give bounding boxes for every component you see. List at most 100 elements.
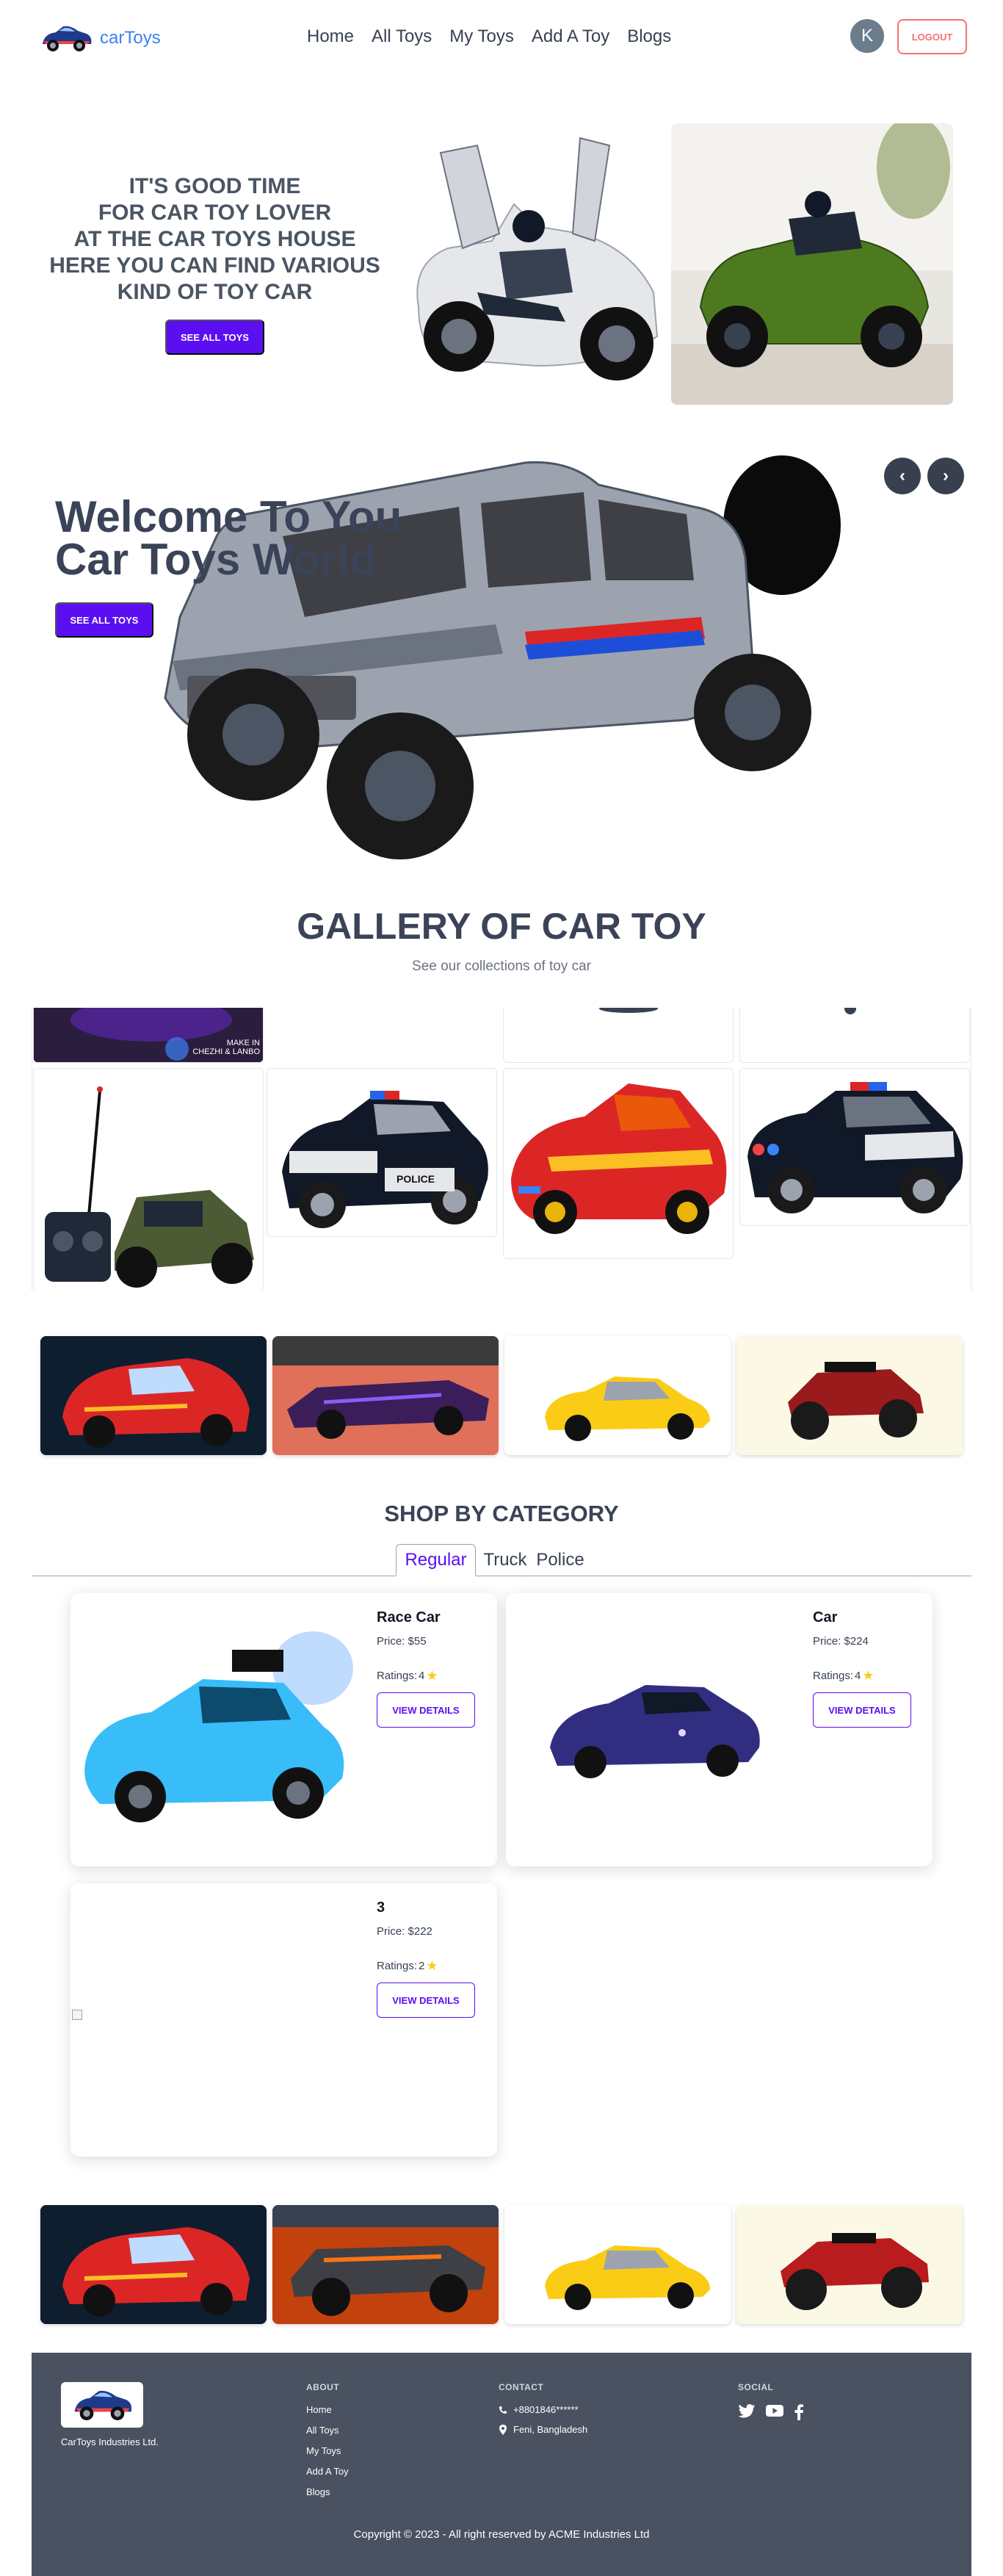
footer-link-add-a-toy[interactable]: Add A Toy (306, 2466, 349, 2477)
hero-line: AT THE CAR TOYS HOUSE (73, 227, 356, 251)
thumbnail-item[interactable] (272, 1336, 499, 1455)
view-details-button[interactable]: VIEW DETAILS (377, 1982, 475, 2018)
hero-green-ride-on-car-image (671, 123, 953, 405)
hero-line: KIND OF TOY CAR (117, 280, 313, 304)
hero-line: FOR CAR TOY LOVER (98, 201, 332, 225)
star-icon: ★ (862, 1668, 875, 1683)
price-prefix: Price: (377, 1925, 408, 1938)
product-name: 3 (377, 1899, 385, 1916)
thumbnail-item[interactable] (272, 2205, 499, 2324)
view-details-button[interactable]: VIEW DETAILS (377, 1692, 475, 1728)
nav-all-toys[interactable]: All Toys (372, 26, 432, 47)
social-links (738, 2404, 804, 2420)
location-pin-icon (499, 2424, 507, 2435)
hero-see-all-toys-button[interactable]: SEE ALL TOYS (165, 320, 264, 355)
product-info: 3 Price: $222 Ratings: 2 ★ VIEW DETAILS (377, 1899, 475, 2018)
view-details-button[interactable]: VIEW DETAILS (813, 1692, 911, 1728)
rating-value: 2 (419, 1960, 425, 1972)
product-rating: Ratings: 2 ★ (377, 1958, 475, 1974)
shop-by-category-title: SHOP BY CATEGORY (384, 1501, 619, 1526)
gallery-watermark: MAKE IN CHEZHI & LANBO (192, 1039, 260, 1056)
nav-home[interactable]: Home (307, 26, 354, 47)
gallery-item[interactable] (503, 1068, 734, 1259)
footer-link-my-toys[interactable]: My Toys (306, 2445, 349, 2456)
gallery-car-image (844, 1008, 856, 1014)
facebook-icon[interactable] (794, 2404, 804, 2420)
location-text: Feni, Bangladesh (513, 2424, 588, 2435)
slider-see-all-toys-button[interactable]: SEE ALL TOYS (55, 602, 153, 638)
twitter-icon[interactable] (738, 2404, 756, 2419)
site-footer: CarToys Industries Ltd. ABOUT Home All T… (32, 2353, 971, 2576)
thumbnail-item[interactable] (504, 2205, 731, 2324)
gallery-item[interactable] (33, 1068, 264, 1291)
thumbnail-item[interactable] (736, 1336, 963, 1455)
price-prefix: Price: (813, 1635, 844, 1648)
hero-white-ride-on-car-image (389, 123, 670, 406)
footer-social: SOCIAL (738, 2382, 804, 2420)
hero-slider: Welcome To You Car Toys World SEE ALL TO… (0, 441, 1003, 874)
gallery-item[interactable]: MAKE IN CHEZHI & LANBO (33, 1008, 264, 1063)
footer-location: Feni, Bangladesh (499, 2424, 587, 2435)
tab-regular[interactable]: Regular (396, 1544, 476, 1576)
logout-button[interactable]: LOGOUT (897, 19, 967, 54)
gallery-item[interactable] (739, 1068, 970, 1226)
hero-line: HERE YOU CAN FIND VARIOUS (49, 253, 380, 278)
slider-next-button[interactable]: › (927, 458, 964, 494)
nav-my-toys[interactable]: My Toys (449, 26, 514, 47)
watermark-line: CHEZHI & LANBO (192, 1047, 260, 1056)
phone-number: +8801846****** (513, 2404, 579, 2415)
price-prefix: Price: (377, 1635, 408, 1648)
thumbnail-item[interactable] (40, 2205, 267, 2324)
product-price: Price: $55 (377, 1635, 475, 1648)
user-avatar[interactable]: K (850, 19, 884, 53)
gallery-title: GALLERY OF CAR TOY (297, 906, 706, 947)
hero-line: IT'S GOOD TIME (128, 174, 301, 198)
footer-company-name: CarToys Industries Ltd. (61, 2436, 159, 2447)
gallery-subtitle: See our collections of toy car (412, 959, 591, 974)
product-card: Car Price: $224 Ratings: 4 ★ VIEW DETAILS (506, 1593, 933, 1866)
footer-link-all-toys[interactable]: All Toys (306, 2425, 349, 2436)
footer-about-heading: ABOUT (306, 2382, 340, 2392)
product-info: Race Car Price: $55 Ratings: 4 ★ VIEW DET… (377, 1609, 475, 1728)
watermark-line: MAKE IN (226, 1039, 260, 1047)
galaxy-car-image (506, 1623, 800, 1821)
slider-title: Welcome To You Car Toys World (55, 495, 402, 584)
slider-prev-button[interactable]: ‹ (884, 458, 921, 494)
youtube-icon[interactable] (766, 2404, 783, 2417)
gallery-rc-jeep-image (34, 1069, 263, 1291)
product-info: Car Price: $224 Ratings: 4 ★ VIEW DETAILS (813, 1609, 911, 1728)
footer-link-blogs[interactable]: Blogs (306, 2486, 349, 2497)
nav-add-a-toy[interactable]: Add A Toy (532, 26, 609, 47)
product-card: 3 Price: $222 Ratings: 2 ★ VIEW DETAILS (70, 1883, 497, 2157)
price-value: $55 (408, 1635, 427, 1648)
footer-contact: CONTACT +8801846****** Feni, Bangladesh (499, 2382, 587, 2444)
product-price: Price: $224 (813, 1635, 911, 1648)
thumbnail-strip (40, 1336, 963, 1455)
site-logo[interactable]: carToys (37, 21, 161, 56)
gallery-item[interactable] (503, 1008, 734, 1063)
gallery-item[interactable] (739, 1008, 970, 1063)
gallery-item[interactable]: POLICE (267, 1068, 497, 1237)
gallery-red-race-car-image (504, 1069, 733, 1258)
tab-police[interactable]: Police (531, 1544, 590, 1576)
footer-phone: +8801846****** (499, 2404, 587, 2415)
thumbnail-item[interactable] (40, 1336, 267, 1455)
thumbnail-item[interactable] (504, 1336, 731, 1455)
footer-logo[interactable] (61, 2382, 143, 2428)
rating-value: 4 (855, 1670, 861, 1682)
product-rating: Ratings: 4 ★ (377, 1668, 475, 1684)
product-name: Race Car (377, 1609, 441, 1626)
footer-link-home[interactable]: Home (306, 2404, 349, 2415)
ratings-prefix: Ratings: (377, 1670, 418, 1682)
product-rating: Ratings: 4 ★ (813, 1668, 911, 1684)
slider-title-line: Car Toys World (55, 535, 377, 584)
nav-blogs[interactable]: Blogs (627, 26, 671, 47)
race-car-image (70, 1609, 358, 1837)
tab-truck[interactable]: Truck (479, 1544, 531, 1576)
footer-social-heading: SOCIAL (738, 2382, 774, 2392)
product-name: Car (813, 1609, 838, 1626)
lightning-mcqueen-image (40, 1336, 267, 1455)
thumbnail-item[interactable] (736, 2205, 963, 2324)
gallery-car-image (599, 1008, 658, 1013)
lightning-mcqueen-image (40, 2205, 267, 2324)
